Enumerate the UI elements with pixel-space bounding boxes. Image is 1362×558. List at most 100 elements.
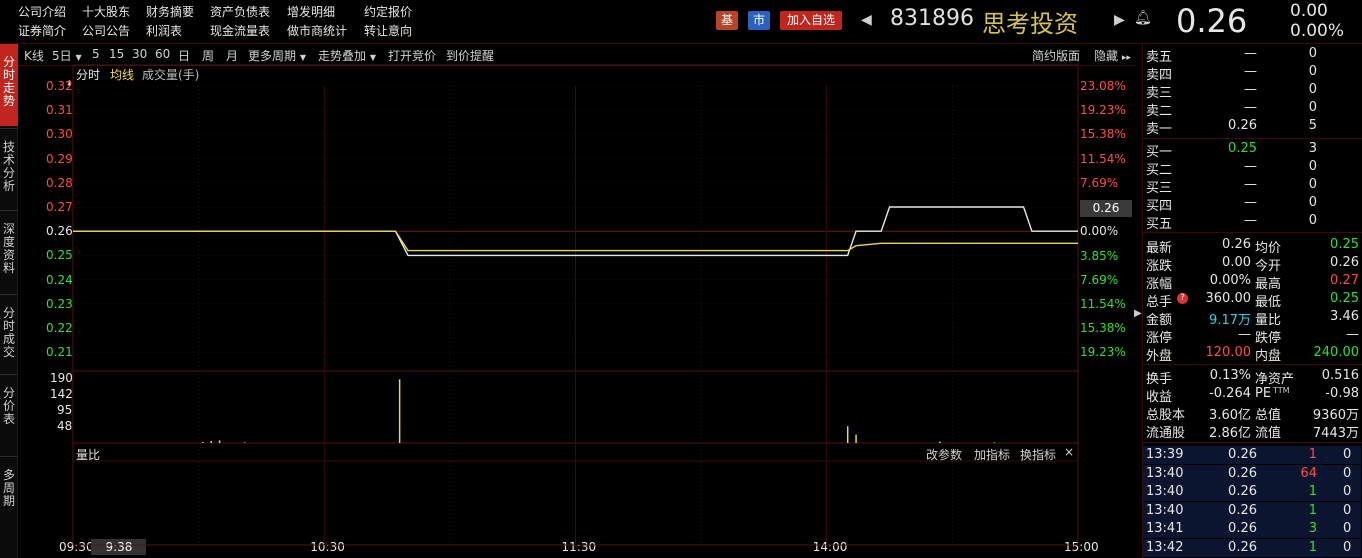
- order-book-volume: 0: [1308, 159, 1317, 174]
- stat-label: 涨跌: [1146, 259, 1173, 274]
- tick-time: 13:40: [1146, 502, 1184, 518]
- fund-row: 换手 0.13% 净资产 0.516: [1143, 368, 1362, 387]
- divider: [1143, 138, 1362, 139]
- order-book-price: —: [1244, 82, 1257, 97]
- order-book-price: —: [1244, 177, 1257, 192]
- order-book-label: 卖四: [1146, 68, 1173, 83]
- sell-row: 卖四 — 0: [1143, 64, 1362, 83]
- stat-value: 0.26: [1330, 255, 1359, 270]
- tick-volume: 1: [1308, 539, 1317, 555]
- expand-arrow-icon[interactable]: ▶: [1134, 308, 1142, 319]
- tick-row: 13:40 0.26 1 0: [1143, 501, 1361, 520]
- fund-value: 0.516: [1321, 368, 1359, 383]
- fund-label: 净资产: [1255, 372, 1295, 387]
- stat-value: 0.00%: [1209, 273, 1251, 288]
- fund-row: 流通股 2.86亿 流值 7443万: [1143, 422, 1362, 441]
- current-price-tag: 0.26: [1080, 200, 1132, 217]
- tick-row: 13:42 0.26 1 0: [1143, 538, 1361, 557]
- tick-time: 13:42: [1146, 539, 1184, 555]
- divider: [1143, 442, 1362, 443]
- fund-label: 流通股: [1146, 426, 1186, 441]
- stat-label: 总手: [1146, 295, 1173, 310]
- order-book-label: 卖二: [1146, 104, 1173, 119]
- fund-label: 收益: [1146, 390, 1173, 405]
- tick-volume: 64: [1300, 465, 1317, 481]
- fund-label: 流值: [1255, 426, 1282, 441]
- stat-value: 9.17万: [1209, 313, 1251, 328]
- order-book-volume: 0: [1308, 46, 1317, 61]
- order-book-label: 卖三: [1146, 86, 1173, 101]
- indicator-title: 量比: [76, 448, 101, 462]
- order-book-label: 买四: [1146, 199, 1173, 214]
- stat-value: 0.25: [1330, 237, 1359, 252]
- tick-time: 13:41: [1146, 521, 1184, 536]
- tick-flag: 0: [1343, 484, 1352, 499]
- stat-label: 涨停: [1146, 331, 1173, 346]
- switch-indicator-button[interactable]: 换指标: [1020, 446, 1056, 463]
- tick-flag: 0: [1343, 521, 1352, 536]
- order-book-label: 买二: [1146, 163, 1173, 178]
- fund-row: 收益 -0.264 PE -0.98: [1143, 386, 1362, 405]
- order-book-label: 买一: [1146, 145, 1173, 160]
- sell-row: 卖五 — 0: [1143, 46, 1362, 65]
- tick-time: 13:40: [1146, 465, 1184, 481]
- stat-label: 金额: [1146, 313, 1173, 328]
- buy-row: 买三 — 0: [1143, 177, 1362, 196]
- stat-value: —: [1238, 327, 1251, 342]
- fund-label: 换手: [1146, 372, 1173, 387]
- change-params-button[interactable]: 改参数: [926, 446, 962, 463]
- tick-volume: 3: [1308, 521, 1317, 536]
- order-book-price: 0.26: [1228, 118, 1257, 133]
- stat-value: 0.27: [1330, 273, 1359, 288]
- stat-row: 金额 9.17万 量比 3.46: [1143, 309, 1362, 328]
- order-book-volume: 0: [1308, 82, 1317, 97]
- stat-label: 均价: [1255, 241, 1282, 256]
- price-change: 0.00: [1290, 1, 1328, 21]
- stat-value: 0.00: [1222, 255, 1251, 270]
- buy-row: 买一 0.25 3: [1143, 141, 1362, 160]
- tick-price: 0.26: [1228, 484, 1257, 499]
- order-book-price: —: [1244, 46, 1257, 61]
- last-price: 0.26: [1176, 2, 1248, 40]
- close-icon[interactable]: ×: [1064, 445, 1074, 459]
- tick-row: 13:40 0.26 1 0: [1143, 483, 1361, 501]
- stat-label: 最新: [1146, 241, 1173, 256]
- order-book-price: —: [1244, 64, 1257, 79]
- stat-row: 最新 0.26 均价 0.25: [1143, 237, 1362, 256]
- stat-row: 涨停 — 跌停 —: [1143, 327, 1362, 346]
- fund-label: 总值: [1255, 408, 1282, 423]
- stat-value: 0.25: [1330, 291, 1359, 306]
- stat-label: 外盘: [1146, 349, 1173, 364]
- order-book-label: 买五: [1146, 217, 1173, 232]
- tick-volume: 1: [1308, 484, 1317, 499]
- tick-price: 0.26: [1228, 502, 1257, 518]
- fund-value: 2.86亿: [1209, 426, 1251, 441]
- divider: [1143, 232, 1362, 233]
- order-book-volume: 0: [1308, 195, 1317, 210]
- buy-row: 买四 — 0: [1143, 195, 1362, 214]
- tick-time: 13:39: [1146, 447, 1184, 462]
- stat-value: —: [1346, 327, 1359, 342]
- order-book-label: 买三: [1146, 181, 1173, 196]
- order-book-volume: 0: [1308, 100, 1317, 115]
- order-book-price: —: [1244, 159, 1257, 174]
- fund-row: 总股本 3.60亿 总值 9360万: [1143, 404, 1362, 423]
- stat-row: 外盘 120.00 内盘 240.00: [1143, 345, 1362, 364]
- order-book-volume: 0: [1308, 177, 1317, 192]
- help-icon[interactable]: ?: [1177, 293, 1188, 304]
- stat-value: 3.46: [1330, 309, 1359, 324]
- tick-price: 0.26: [1228, 539, 1257, 555]
- stat-value: 0.26: [1222, 237, 1251, 252]
- stat-label: 涨幅: [1146, 277, 1173, 292]
- sell-row: 卖一 0.26 5: [1143, 118, 1362, 137]
- stat-label: 量比: [1255, 313, 1282, 328]
- tick-price: 0.26: [1228, 521, 1257, 536]
- fund-value: -0.264: [1209, 386, 1251, 401]
- quote-panel: 卖五 —0 卖四 —0 卖三 —0 卖二 —0 卖一 0.26 5 买一 0.25 3 买二 —0 买三 —0 买四…: [1142, 44, 1362, 558]
- add-indicator-button[interactable]: 加指标: [974, 446, 1010, 463]
- order-book-volume: 5: [1308, 118, 1317, 133]
- intraday-chart[interactable]: [0, 0, 1140, 558]
- fund-value: 9360万: [1312, 408, 1359, 423]
- tick-row: 13:39 0.26 1 0: [1143, 446, 1361, 464]
- stat-value: 240.00: [1313, 345, 1360, 360]
